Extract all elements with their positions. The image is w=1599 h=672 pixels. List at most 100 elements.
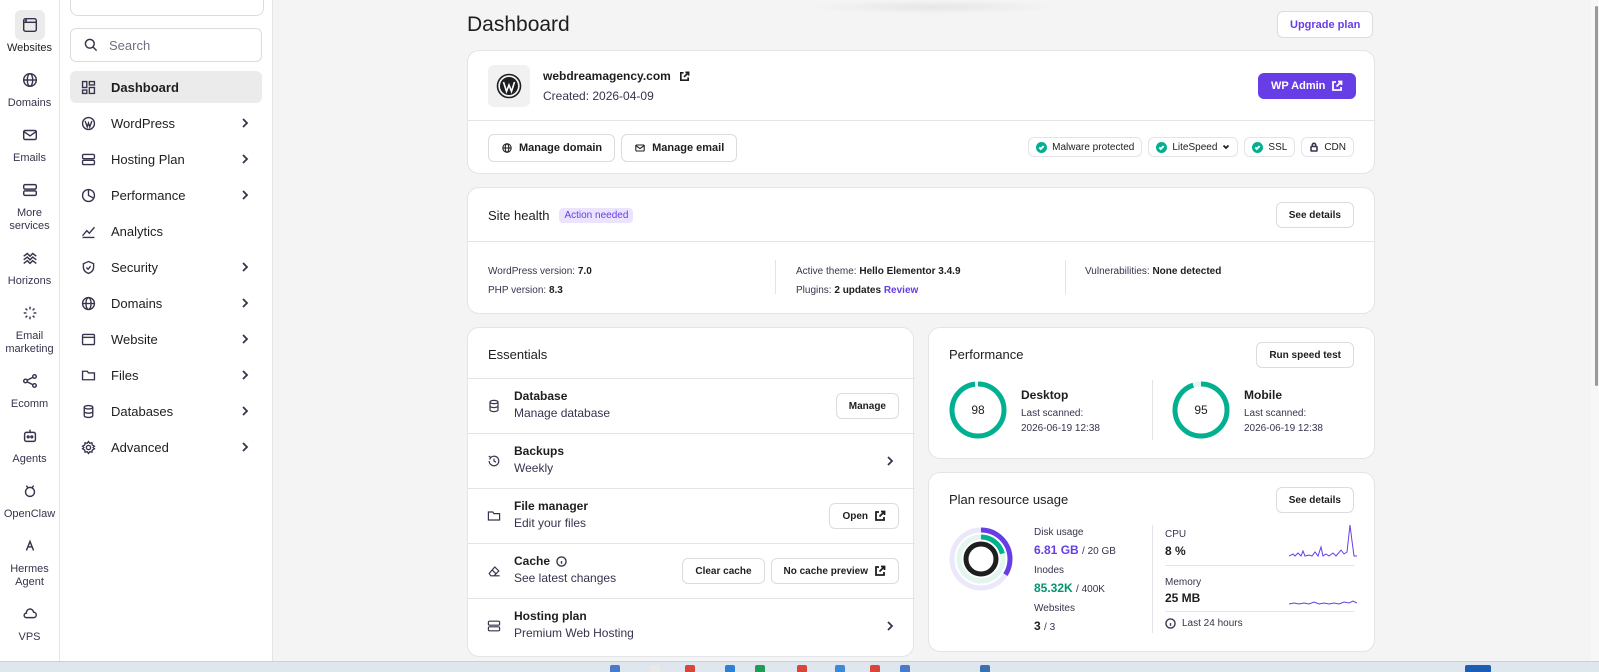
taskbar-app-icon[interactable] (835, 665, 845, 672)
search-input[interactable]: Search (70, 28, 262, 62)
info-icon[interactable] (556, 555, 567, 567)
litespeed-badge[interactable]: LiteSpeed (1148, 137, 1239, 157)
rail-item-openclaw[interactable]: OpenClaw (0, 476, 60, 521)
wp-version-value: 7.0 (577, 266, 592, 277)
globe-icon (81, 296, 96, 310)
essentials-row-backups[interactable]: Backups Weekly (468, 433, 915, 488)
site-health-title: Site health (488, 208, 550, 223)
vulnerability-info: Vulnerabilities: None detected (1085, 262, 1221, 281)
no-cache-preview-button[interactable]: No cache preview (770, 558, 899, 584)
rail-label: Domains (7, 97, 52, 109)
sidebar-item-domains[interactable]: Domains (70, 287, 262, 319)
essentials-row-file-manager[interactable]: File manager Edit your files Open (468, 488, 915, 543)
chevron-right-icon (887, 621, 894, 631)
essentials-row-database[interactable]: Database Manage database Manage (468, 378, 915, 433)
rail-item-vps[interactable]: VPS (0, 599, 60, 644)
main-area: Dashboard Upgrade plan webdreamagency.co… (273, 0, 1599, 661)
website-selector[interactable] (70, 0, 264, 16)
sidebar-item-security[interactable]: Security (70, 251, 262, 283)
cpu-label: CPU (1165, 529, 1187, 540)
check-icon (1156, 141, 1168, 153)
rail-item-ecomm[interactable]: Ecomm (0, 366, 60, 411)
wp-version-label: WordPress version: (488, 266, 576, 277)
scrollbar-thumb[interactable] (1595, 6, 1598, 386)
top-glow (808, 0, 1058, 14)
disk-used: 6.81 GB (1034, 543, 1079, 557)
taskbar-app-icon[interactable] (797, 665, 807, 672)
external-link-icon (875, 565, 886, 576)
mail-icon (22, 129, 37, 141)
server-icon (487, 620, 501, 632)
inodes-used: 85.32K (1034, 581, 1073, 595)
open-file-manager-button[interactable]: Open (829, 503, 899, 529)
rail-item-hermes-agent[interactable]: Hermes Agent (0, 531, 60, 589)
database-icon (489, 399, 499, 413)
sidebar-item-label: Website (111, 331, 158, 347)
taskbar-app-icon[interactable] (725, 665, 735, 672)
sidebar-item-website[interactable]: Website (70, 323, 262, 355)
essentials-row-subtitle: Weekly (514, 461, 554, 475)
see-details-label: See details (1288, 209, 1341, 221)
taskbar-app-icon[interactable] (755, 665, 765, 672)
taskbar-app-icon[interactable] (685, 665, 695, 672)
taskbar-app-icon[interactable] (980, 665, 990, 672)
essentials-row-cache[interactable]: Cache See latest changes Clear cache No … (468, 543, 915, 598)
rail-item-agents[interactable]: Agents (0, 421, 60, 466)
cpu-value: 8 % (1165, 544, 1186, 558)
rail-item-more-services[interactable]: More services (0, 175, 60, 233)
sidebar-item-files[interactable]: Files (70, 359, 262, 391)
review-link[interactable]: Review (884, 285, 918, 296)
rail-item-domains[interactable]: Domains (0, 65, 60, 110)
see-details-button[interactable]: See details (1275, 487, 1354, 513)
status-badge: Action needed (559, 208, 634, 223)
see-details-button[interactable]: See details (1275, 202, 1354, 228)
taskbar-app-icon[interactable] (650, 665, 660, 672)
chevron-down-icon (1223, 144, 1230, 150)
sidebar-item-dashboard[interactable]: Dashboard (70, 71, 262, 103)
php-version-label: PHP version: (488, 285, 547, 296)
site-domain-link[interactable]: webdreamagency.com (543, 69, 690, 83)
wp-admin-button[interactable]: WP Admin (1258, 73, 1357, 99)
mobile-label: Mobile (1244, 388, 1282, 402)
sidebar-item-wordpress[interactable]: WordPress (70, 107, 262, 139)
sidebar-item-databases[interactable]: Databases (70, 395, 262, 427)
manage-label: Manage (848, 400, 886, 412)
divider (1152, 525, 1153, 633)
inodes-label: Inodes (1034, 565, 1065, 576)
taskbar-app-icon[interactable] (870, 665, 880, 672)
sidebar-item-advanced[interactable]: Advanced (70, 431, 262, 463)
rail-item-websites[interactable]: Websites (0, 10, 60, 55)
taskbar-app-icon[interactable] (900, 665, 910, 672)
taskbar-app-icon[interactable] (1465, 665, 1491, 672)
chevron-right-icon (242, 190, 249, 200)
cdn-badge[interactable]: CDN (1301, 137, 1354, 157)
run-speed-test-button[interactable]: Run speed test (1256, 342, 1354, 368)
site-health-header: Site health Action needed (488, 208, 634, 223)
globe-icon (22, 72, 37, 88)
scrollbar[interactable] (1591, 0, 1599, 661)
manage-database-button[interactable]: Manage (835, 393, 899, 419)
upgrade-plan-button[interactable]: Upgrade plan (1277, 11, 1374, 38)
ssl-badge[interactable]: SSL (1244, 137, 1296, 157)
rail-label: Ecomm (10, 398, 49, 410)
clear-cache-button[interactable]: Clear cache (682, 558, 765, 584)
plugins-value: 2 updates (834, 285, 882, 296)
taskbar-app-icon[interactable] (610, 665, 620, 672)
divider (1152, 380, 1153, 440)
malware-badge[interactable]: Malware protected (1028, 137, 1143, 157)
sidebar-item-analytics[interactable]: Analytics (70, 215, 262, 247)
rail-item-horizons[interactable]: Horizons (0, 243, 60, 288)
rail-label: Agents (12, 453, 47, 465)
sidebar-item-hosting-plan[interactable]: Hosting Plan (70, 143, 262, 175)
sidebar-item-performance[interactable]: Performance (70, 179, 262, 211)
websites-value: 3 / 3 (1034, 619, 1055, 633)
manage-domain-button[interactable]: Manage domain (488, 134, 616, 162)
rail-item-email-marketing[interactable]: Email marketing (0, 298, 60, 356)
cloud-icon (22, 608, 37, 619)
rail-item-emails[interactable]: Emails (0, 120, 60, 165)
essentials-row-hosting-plan[interactable]: Hosting plan Premium Web Hosting (468, 598, 915, 653)
divider (1165, 611, 1354, 612)
litespeed-label: LiteSpeed (1172, 141, 1218, 153)
mobile-score: 95 (1194, 403, 1208, 417)
manage-email-button[interactable]: Manage email (621, 134, 738, 162)
